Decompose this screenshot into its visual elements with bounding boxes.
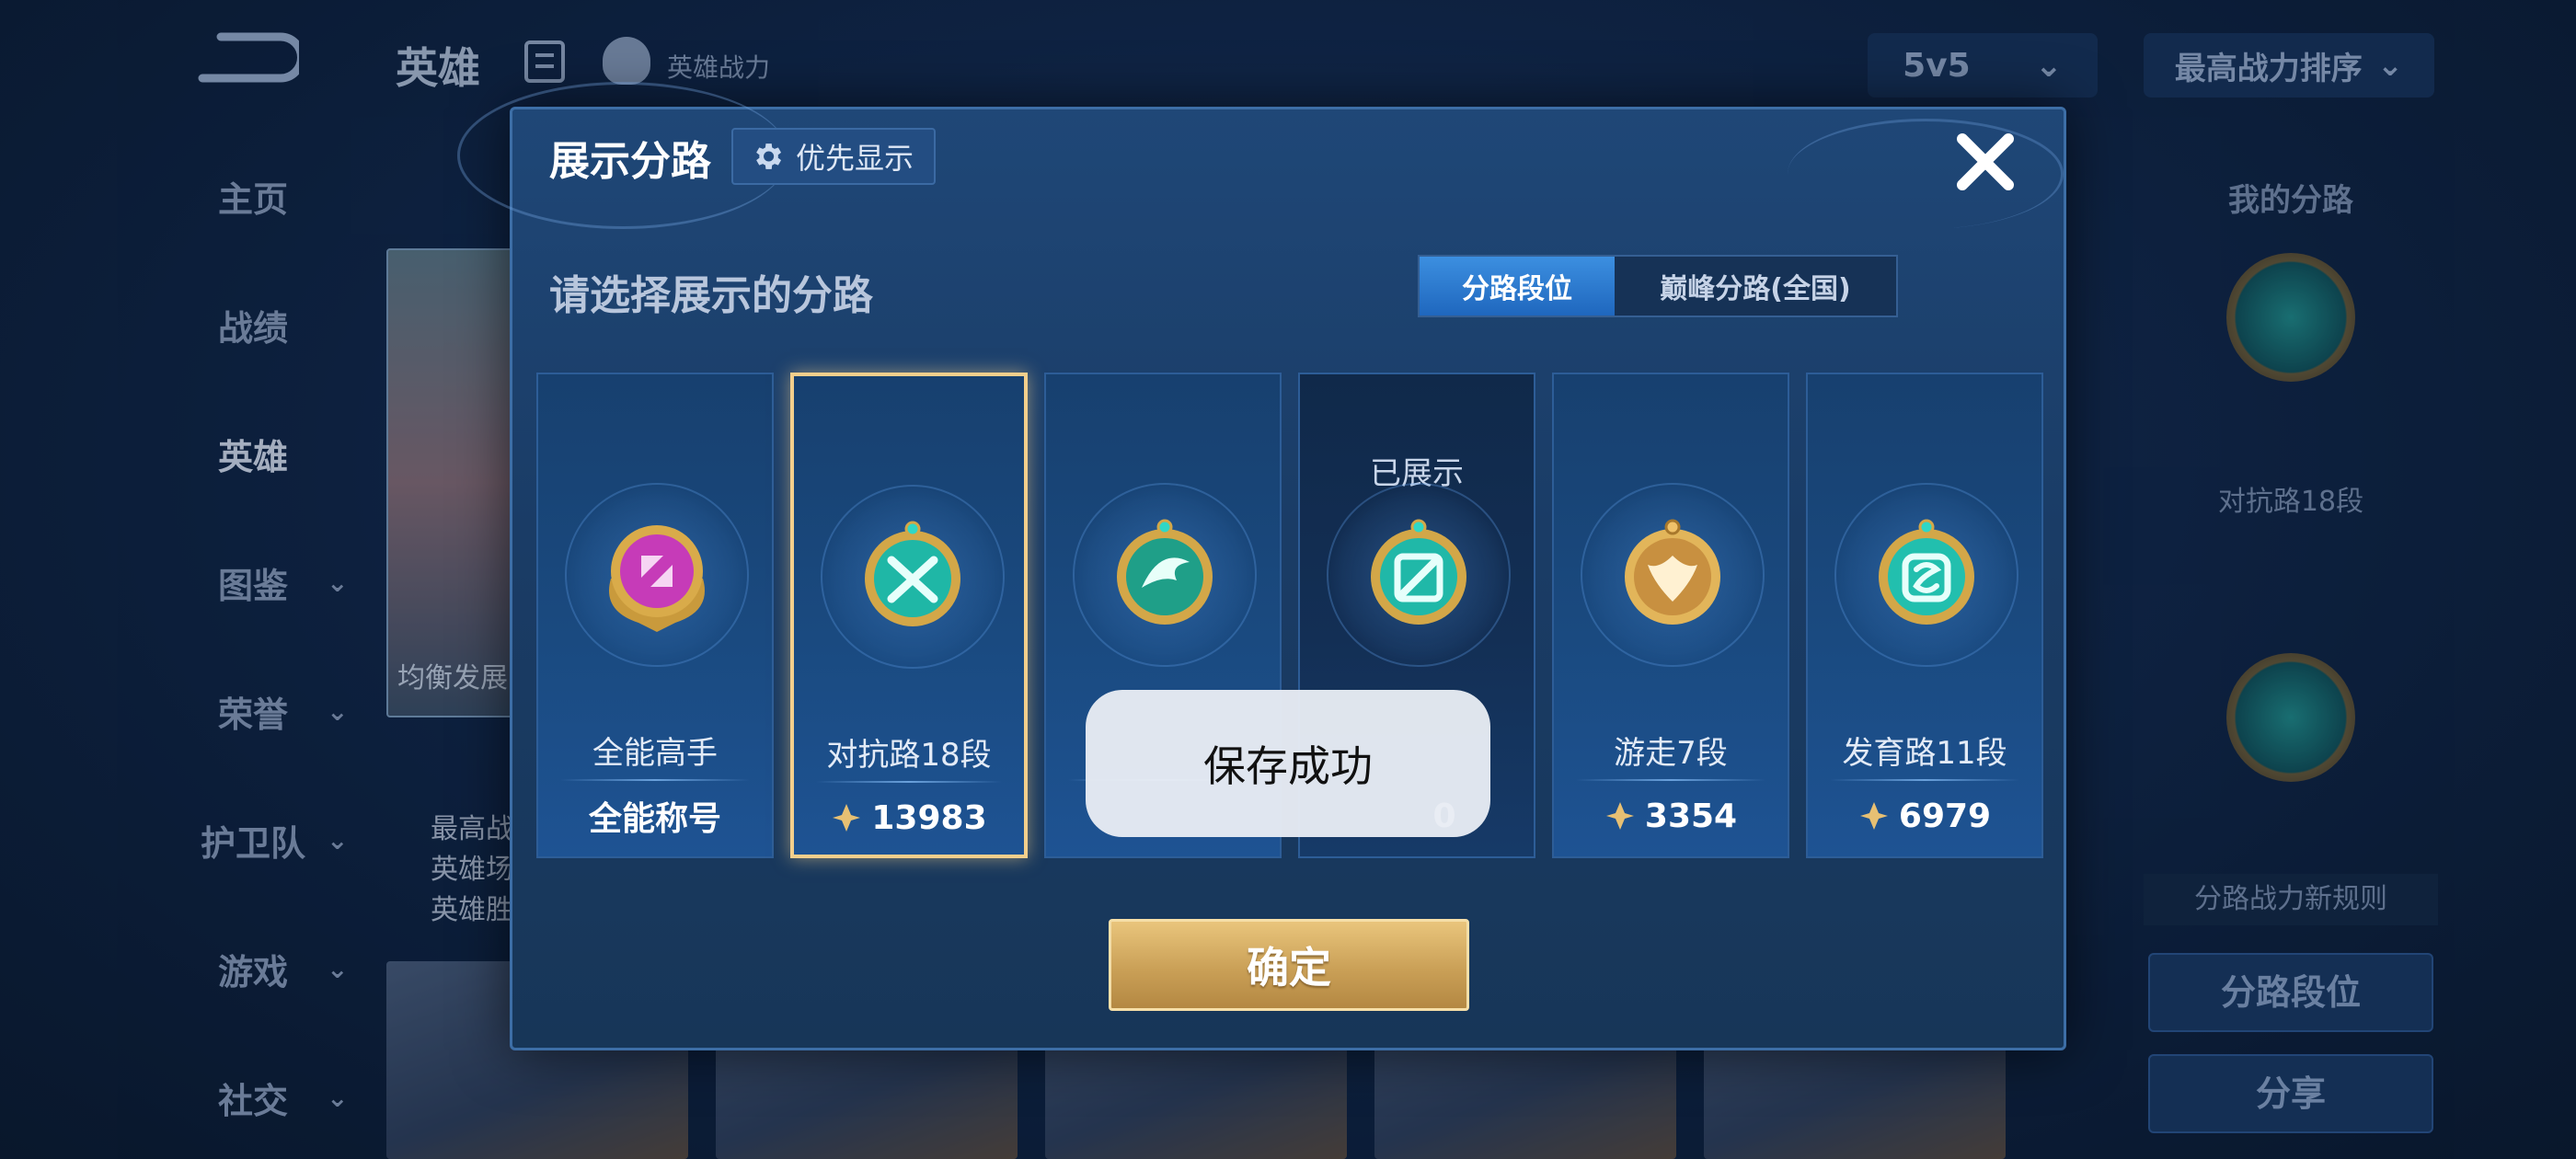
close-icon bbox=[1957, 133, 2014, 190]
power-icon bbox=[833, 804, 861, 832]
hero-info: 最高战 英雄场 英雄胜 bbox=[431, 809, 513, 931]
tab-peak-lane[interactable]: 巅峰分路(全国) bbox=[1615, 257, 1896, 316]
nav-item-hero[interactable]: 英雄 bbox=[138, 421, 368, 486]
lane-card-power: 6979 bbox=[1808, 790, 2041, 842]
nav-item-codex[interactable]: 图鉴 ⌄ bbox=[138, 550, 368, 614]
dialog-title: 展示分路 bbox=[549, 138, 711, 185]
hero-power-icon bbox=[603, 37, 650, 85]
nav-label: 图鉴 bbox=[217, 565, 288, 606]
divider bbox=[1576, 779, 1765, 781]
hero-info-line: 最高战 bbox=[431, 813, 513, 845]
display-lane-dialog: 展示分路 优先显示 请选择展示的分路 分路段位 巅峰分路(全国) 全能高手 全能… bbox=[457, 82, 2066, 1050]
lane-badge-label: 对抗路18段 bbox=[2217, 486, 2364, 518]
chevron-down-icon: ⌄ bbox=[2034, 46, 2063, 85]
nav-label: 主页 bbox=[217, 178, 288, 220]
nav-item-record[interactable]: 战绩 bbox=[138, 293, 368, 357]
lane-card-name: 发育路11段 bbox=[1842, 735, 2007, 772]
priority-display-button[interactable]: 优先显示 bbox=[731, 128, 937, 185]
nav-label: 荣誉 bbox=[217, 694, 288, 735]
sort-select-value: 最高战力排序 bbox=[2174, 50, 2363, 87]
lane-card-power-value: 13983 bbox=[871, 798, 987, 837]
lane-card-name: 游走7段 bbox=[1614, 735, 1728, 772]
confirm-button[interactable]: 确定 bbox=[1109, 919, 1469, 1011]
lane-rank-button[interactable]: 分路段位 bbox=[2148, 953, 2433, 1032]
close-button[interactable] bbox=[1944, 120, 2027, 203]
lane-card-value-text: 全能称号 bbox=[588, 800, 721, 838]
divider bbox=[1830, 779, 2019, 781]
priority-display-label: 优先显示 bbox=[796, 141, 914, 176]
nav-item-social[interactable]: 社交 ⌄ bbox=[138, 1065, 368, 1130]
nav-label: 英雄 bbox=[217, 436, 288, 477]
top-subtitle[interactable]: 英雄战力 bbox=[667, 48, 770, 85]
list-icon[interactable] bbox=[524, 40, 565, 83]
tab-lane-rank[interactable]: 分路段位 bbox=[1420, 257, 1615, 316]
top-title: 英雄 bbox=[396, 43, 480, 93]
nav-label: 战绩 bbox=[217, 307, 288, 349]
farm-lane-emblem-icon bbox=[1879, 519, 1974, 625]
lane-card-allround[interactable]: 全能高手 全能称号 bbox=[536, 373, 774, 858]
nav-label: 护卫队 bbox=[200, 822, 305, 864]
hero-info-line: 英雄胜 bbox=[431, 894, 513, 926]
hero-card-tag: 均衡发展 bbox=[397, 662, 508, 694]
chevron-down-icon: ⌄ bbox=[327, 567, 349, 598]
mode-select-value: 5v5 bbox=[1903, 46, 1971, 85]
mid-lane-emblem-icon bbox=[1371, 519, 1466, 625]
back-icon[interactable] bbox=[193, 28, 299, 92]
nav-item-guard[interactable]: 护卫队 ⌄ bbox=[138, 808, 368, 872]
lane-card-value: 全能称号 bbox=[538, 790, 772, 842]
clash-lane-emblem-icon bbox=[865, 521, 960, 626]
jungle-emblem-icon bbox=[1117, 519, 1213, 625]
dialog-subtitle: 请选择展示的分路 bbox=[549, 272, 873, 319]
gear-icon bbox=[756, 143, 782, 169]
my-lane-title: 我的分路 bbox=[2228, 182, 2353, 219]
nav-label: 社交 bbox=[217, 1080, 288, 1121]
nav-label: 游戏 bbox=[217, 951, 288, 993]
roam-emblem-icon bbox=[1625, 519, 1720, 625]
lane-card-power: 13983 bbox=[794, 792, 1024, 843]
nav-item-honor[interactable]: 荣誉 ⌄ bbox=[138, 679, 368, 743]
lane-card-farm[interactable]: 发育路11段 6979 bbox=[1806, 373, 2043, 858]
lane-card-name: 全能高手 bbox=[592, 735, 718, 772]
sort-select[interactable]: 最高战力排序 ⌄ bbox=[2144, 33, 2434, 98]
chevron-down-icon: ⌄ bbox=[327, 695, 349, 727]
lane-power-rule-link[interactable]: 分路战力新规则 bbox=[2144, 874, 2438, 925]
chevron-down-icon: ⌄ bbox=[327, 1082, 349, 1113]
divider bbox=[560, 779, 750, 781]
share-button[interactable]: 分享 bbox=[2148, 1054, 2433, 1133]
power-icon bbox=[1859, 802, 1888, 830]
lane-card-clash[interactable]: 对抗路18段 13983 bbox=[790, 373, 1028, 858]
lane-card-power-value: 3354 bbox=[1644, 797, 1738, 835]
chevron-down-icon: ⌄ bbox=[327, 824, 349, 855]
chevron-down-icon: ⌄ bbox=[327, 953, 349, 984]
allround-emblem-icon bbox=[609, 525, 705, 632]
mode-select[interactable]: 5v5 ⌄ bbox=[1868, 33, 2098, 98]
power-icon bbox=[1605, 802, 1634, 830]
lane-badge-icon bbox=[2226, 253, 2355, 382]
lane-tab-switch: 分路段位 巅峰分路(全国) bbox=[1418, 255, 1898, 317]
lane-card-power-value: 6979 bbox=[1898, 797, 1992, 835]
lane-card-roam[interactable]: 游走7段 3354 bbox=[1552, 373, 1789, 858]
lane-badge-icon bbox=[2226, 653, 2355, 782]
chevron-down-icon: ⌄ bbox=[2376, 47, 2404, 84]
lane-card-power: 3354 bbox=[1554, 790, 1788, 842]
nav-item-game[interactable]: 游戏 ⌄ bbox=[138, 936, 368, 1001]
nav-item-home[interactable]: 主页 bbox=[138, 164, 368, 228]
hero-info-line: 英雄场 bbox=[431, 854, 513, 886]
divider bbox=[816, 781, 1002, 783]
lane-card-name: 对抗路18段 bbox=[826, 737, 992, 774]
save-success-toast: 保存成功 bbox=[1086, 690, 1490, 837]
